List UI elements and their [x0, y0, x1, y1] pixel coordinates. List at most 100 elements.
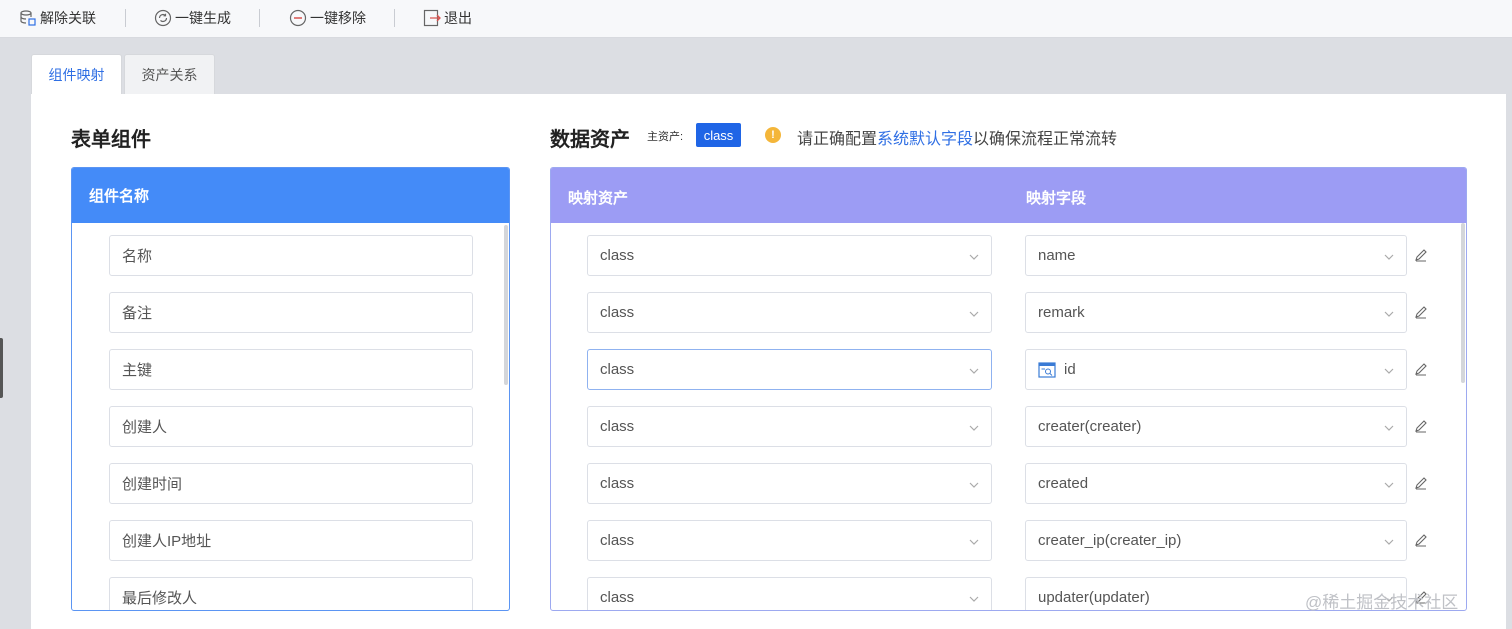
- component-name-field[interactable]: 名称: [109, 235, 473, 276]
- chevron-down-icon: [1384, 477, 1394, 488]
- exit-icon: [423, 9, 441, 27]
- select-value: class: [600, 418, 635, 435]
- mapped-field-select[interactable]: remark: [1025, 292, 1407, 333]
- exit-button[interactable]: 退出: [423, 8, 472, 28]
- mapped-asset-select[interactable]: class: [587, 349, 992, 390]
- form-components-table: 组件名称 名称 备注 主键 创建人 创建时间 创建人IP地址 最后修改人: [71, 167, 510, 611]
- mapped-asset-select[interactable]: class: [587, 235, 992, 276]
- chevron-down-icon: [969, 363, 979, 374]
- select-value: name: [1038, 247, 1076, 264]
- field-text: 创建人IP地址: [122, 533, 212, 550]
- field-text: 主键: [122, 362, 153, 379]
- side-handle[interactable]: [0, 338, 3, 398]
- mapped-asset-select[interactable]: class: [587, 520, 992, 561]
- data-assets-title: 数据资产: [550, 129, 630, 151]
- select-value: created: [1038, 475, 1089, 492]
- chevron-down-icon: [969, 534, 979, 545]
- component-name-field[interactable]: 最后修改人: [109, 577, 473, 610]
- system-fields-link[interactable]: 系统默认字段: [877, 131, 973, 148]
- field-text: 备注: [122, 305, 153, 322]
- tab-label: 资产关系: [141, 67, 198, 83]
- component-name-field[interactable]: 创建时间: [109, 463, 473, 504]
- tab-label: 组件映射: [48, 67, 105, 83]
- warning-suffix: 以确保流程正常流转: [973, 131, 1118, 148]
- chevron-down-icon: [969, 306, 979, 317]
- column-header-mapped-asset: 映射资产: [568, 190, 629, 207]
- select-value: class: [600, 475, 635, 492]
- component-name-field[interactable]: 主键: [109, 349, 473, 390]
- form-components-title: 表单组件: [71, 129, 151, 151]
- refresh-icon: [154, 9, 172, 27]
- scrollbar[interactable]: [1461, 223, 1465, 383]
- chevron-down-icon: [969, 477, 979, 488]
- warning-message: 请正确配置系统默认字段以确保流程正常流转: [797, 125, 1117, 149]
- field-text: 名称: [122, 248, 153, 265]
- edit-icon[interactable]: [1414, 305, 1428, 319]
- toolbar-divider: [259, 9, 260, 27]
- mapped-asset-select[interactable]: class: [587, 292, 992, 333]
- exit-label: 退出: [444, 10, 472, 26]
- tab-asset-relations[interactable]: 资产关系: [124, 54, 215, 95]
- select-value: remark: [1038, 304, 1085, 321]
- column-header-mapped-field: 映射字段: [1026, 190, 1087, 207]
- select-value: class: [600, 361, 635, 378]
- database-unlink-icon: [19, 9, 37, 27]
- field-text: 创建人: [122, 419, 168, 436]
- data-assets-table: 映射资产 映射字段 class name class remark class id cla…: [550, 167, 1467, 611]
- remove-all-label: 一键移除: [310, 10, 366, 26]
- toolbar-divider: [394, 9, 395, 27]
- mapped-asset-select[interactable]: class: [587, 463, 992, 504]
- table-header: 映射资产 映射字段: [551, 168, 1466, 223]
- mapped-field-select[interactable]: created: [1025, 463, 1407, 504]
- table-header: 组件名称: [72, 168, 509, 223]
- edit-icon[interactable]: [1414, 476, 1428, 490]
- edit-icon[interactable]: [1414, 248, 1428, 262]
- tab-component-mapping[interactable]: 组件映射: [31, 54, 122, 95]
- scrollbar[interactable]: [504, 225, 508, 385]
- mapped-asset-select[interactable]: class: [587, 577, 992, 610]
- chevron-down-icon: [969, 249, 979, 260]
- main-asset-label: 主资产:: [647, 131, 684, 143]
- chevron-down-icon: [1384, 249, 1394, 260]
- chevron-down-icon: [969, 591, 979, 602]
- edit-icon[interactable]: [1414, 362, 1428, 376]
- toolbar: 解除关联 一键生成 一键移除 退出: [0, 0, 1512, 38]
- select-value: creater(creater): [1038, 418, 1142, 435]
- remove-all-button[interactable]: 一键移除: [289, 8, 366, 28]
- minus-circle-icon: [289, 9, 307, 27]
- select-value: class: [600, 247, 635, 264]
- component-name-field[interactable]: 创建人: [109, 406, 473, 447]
- watermark: @稀土掘金技术社区: [1305, 593, 1459, 612]
- chevron-down-icon: [1384, 306, 1394, 317]
- mapped-field-select[interactable]: id: [1025, 349, 1407, 390]
- mapped-field-select[interactable]: creater(creater): [1025, 406, 1407, 447]
- chevron-down-icon: [1384, 534, 1394, 545]
- edit-icon[interactable]: [1414, 533, 1428, 547]
- mapped-field-select[interactable]: creater_ip(creater_ip): [1025, 520, 1407, 561]
- mapped-asset-select[interactable]: class: [587, 406, 992, 447]
- field-text: 最后修改人: [122, 590, 198, 607]
- column-header-component-name: 组件名称: [89, 188, 150, 205]
- chevron-down-icon: [1384, 363, 1394, 374]
- select-value: class: [600, 304, 635, 321]
- generate-label: 一键生成: [175, 10, 231, 26]
- unlink-label: 解除关联: [40, 10, 96, 26]
- toolbar-divider: [125, 9, 126, 27]
- chevron-down-icon: [969, 420, 979, 431]
- chevron-down-icon: [1384, 420, 1394, 431]
- unlink-button[interactable]: 解除关联: [19, 8, 96, 28]
- generate-button[interactable]: 一键生成: [154, 8, 231, 28]
- field-text: 创建时间: [122, 476, 183, 493]
- main-asset-value: class: [703, 127, 734, 143]
- component-name-field[interactable]: 备注: [109, 292, 473, 333]
- select-value: creater_ip(creater_ip): [1038, 532, 1182, 549]
- warning-icon: !: [765, 127, 781, 143]
- select-value: class: [600, 532, 635, 549]
- edit-icon[interactable]: [1414, 419, 1428, 433]
- warning-prefix: 请正确配置: [797, 131, 878, 148]
- mapped-field-select[interactable]: name: [1025, 235, 1407, 276]
- primary-key-icon: [1038, 361, 1056, 378]
- select-value: id: [1064, 361, 1076, 378]
- main-asset-tag[interactable]: class: [696, 123, 741, 147]
- component-name-field[interactable]: 创建人IP地址: [109, 520, 473, 561]
